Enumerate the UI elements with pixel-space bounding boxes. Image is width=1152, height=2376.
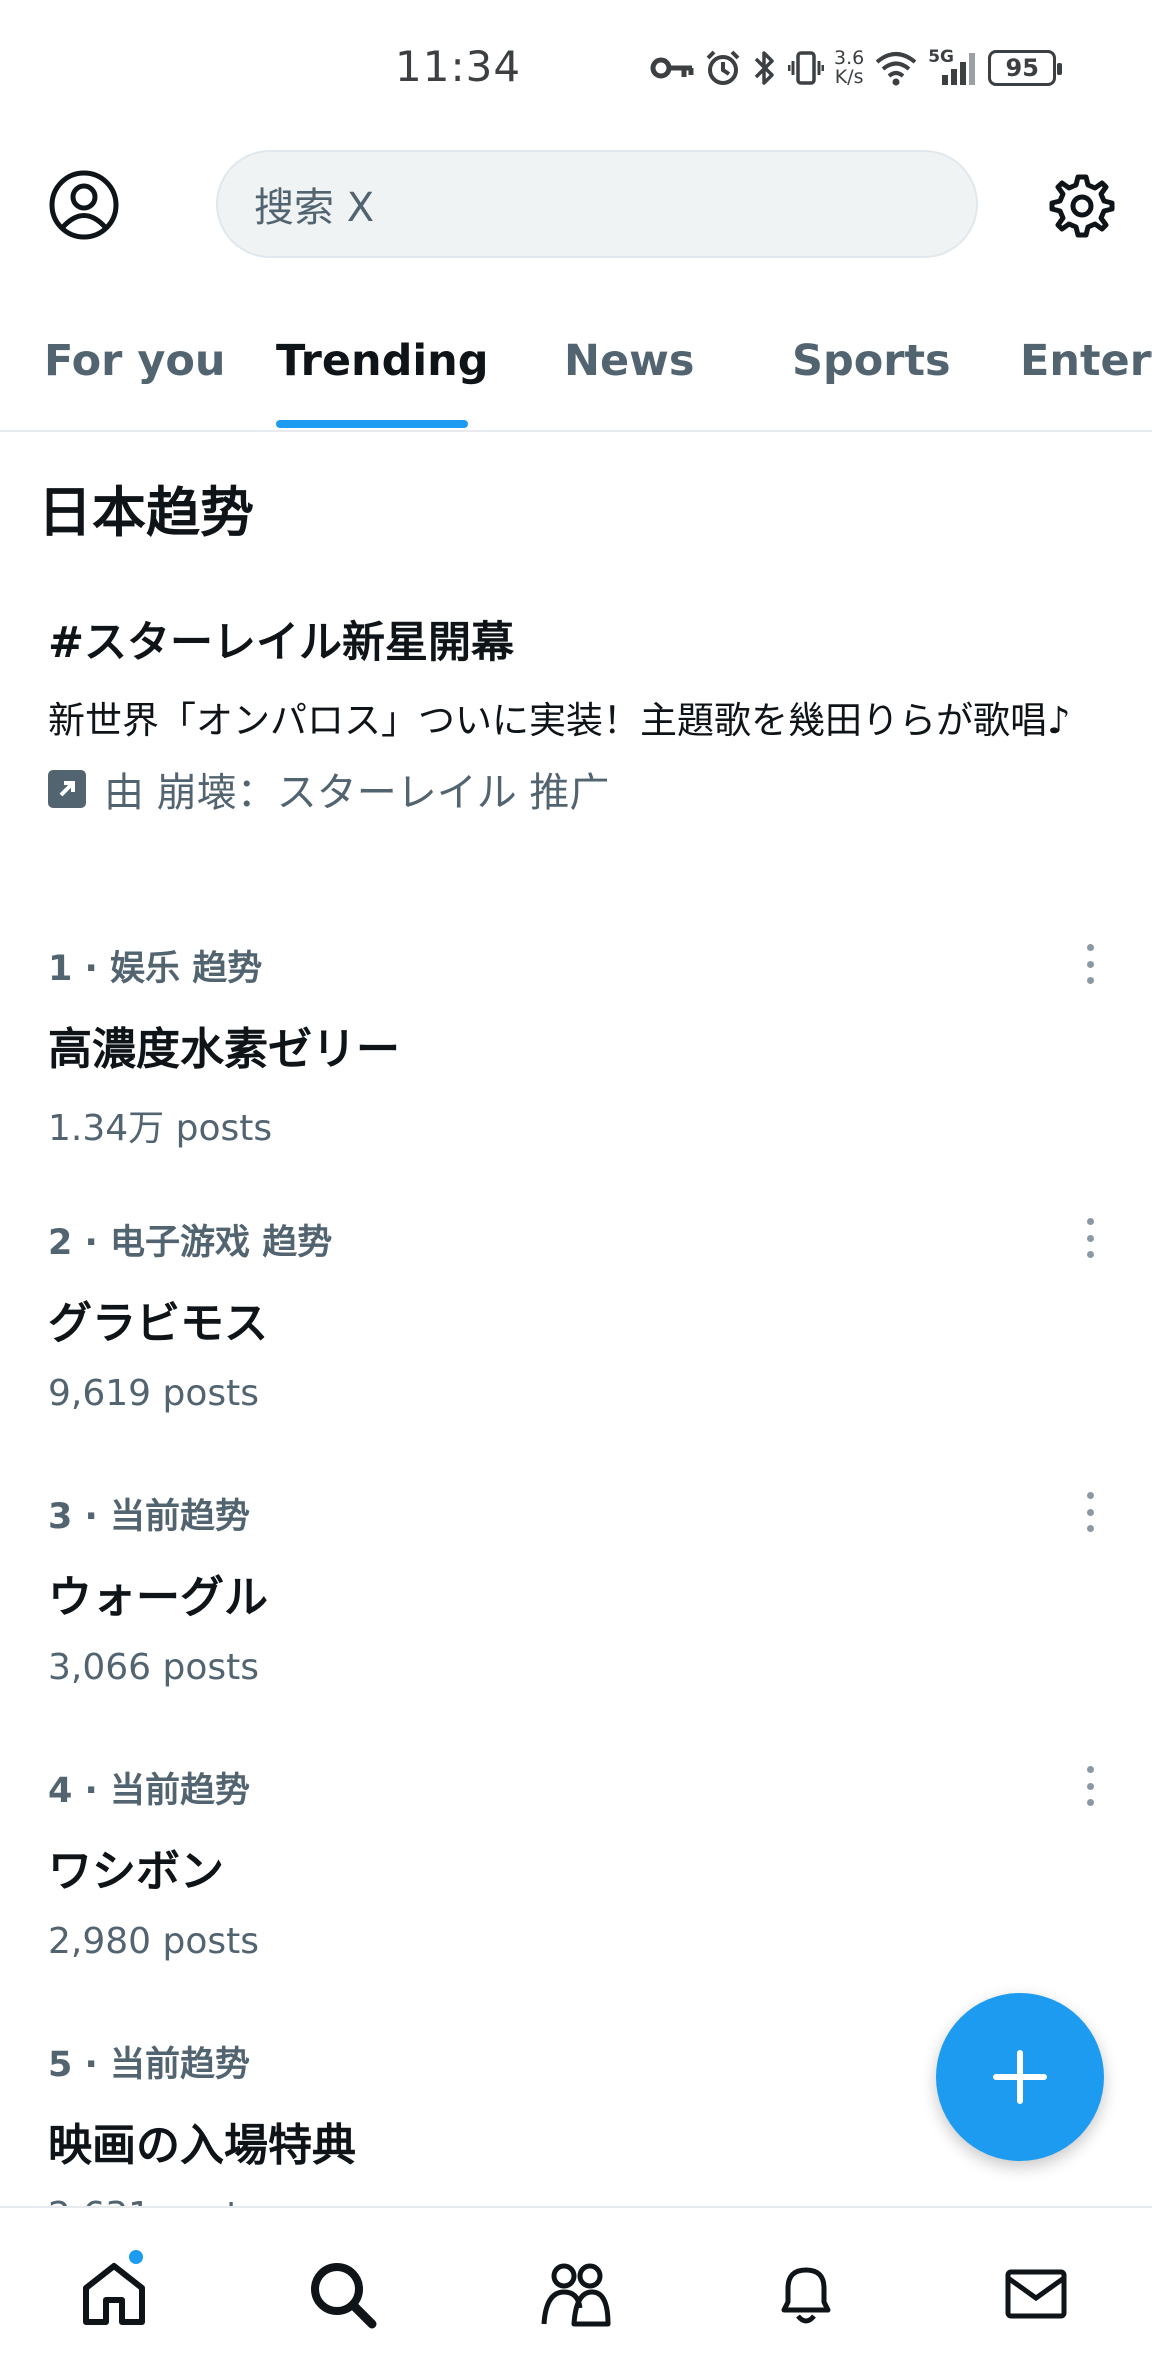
- trend-post-count: 2,980 posts: [48, 1921, 260, 1962]
- more-icon[interactable]: [1072, 1762, 1108, 1810]
- trend-meta: 2 · 电子游戏 趋势: [48, 1223, 333, 1263]
- battery-indicator: 95: [988, 50, 1063, 86]
- net-speed: 3.6 K/s: [834, 49, 864, 87]
- settings-button[interactable]: [1045, 171, 1115, 241]
- more-icon[interactable]: [1072, 1214, 1108, 1262]
- tab-for-you[interactable]: For you: [44, 336, 226, 386]
- trend-post-count: 3,066 posts: [48, 1647, 260, 1688]
- search-input[interactable]: 搜索 X: [216, 150, 978, 258]
- section-title: 日本趋势: [38, 481, 254, 544]
- explore-screen: 11:34 3.6 K/s 5G 95 搜索 X For you Trendin…: [0, 0, 1152, 2376]
- profile-icon: [49, 170, 119, 240]
- trend-meta: 3 · 当前趋势: [48, 1497, 251, 1537]
- search-placeholder: 搜索 X: [254, 185, 375, 231]
- nav-notifications[interactable]: [770, 2258, 842, 2330]
- profile-button[interactable]: [47, 168, 121, 242]
- top-header: 搜索 X: [0, 135, 1152, 275]
- tab-entertainment[interactable]: Entert: [1020, 336, 1152, 386]
- plus-icon: [993, 2050, 1047, 2104]
- trend-item[interactable]: 2 · 电子游戏 趋势 グラビモス 9,619 posts: [48, 1214, 1108, 1444]
- gear-icon: [1049, 174, 1115, 238]
- more-icon[interactable]: [1072, 1488, 1108, 1536]
- promo-sponsor-text: 由 崩壊：スターレイル 推广: [104, 770, 610, 816]
- communities-icon: [541, 2263, 611, 2327]
- vibrate-icon: [788, 51, 824, 85]
- trend-post-count: 1.34万 posts: [48, 1108, 273, 1149]
- nav-messages[interactable]: [1000, 2258, 1072, 2330]
- bluetooth-icon: [754, 51, 774, 85]
- status-icons: 3.6 K/s 5G 95: [650, 44, 1063, 92]
- tab-news[interactable]: News: [564, 336, 694, 386]
- bottom-navigation: [0, 2206, 1152, 2376]
- status-time: 11:34: [395, 42, 522, 91]
- net-speed-unit: K/s: [834, 66, 864, 88]
- search-icon: [311, 2263, 377, 2329]
- compose-post-button[interactable]: [936, 1993, 1104, 2161]
- home-icon: [83, 2263, 145, 2325]
- nav-search[interactable]: [306, 2258, 378, 2330]
- battery-level: 95: [1005, 54, 1039, 82]
- bell-icon: [781, 2267, 831, 2324]
- promoted-trend[interactable]: #スターレイル新星開幕 新世界「オンパロス」ついに実装！主題歌を幾田りらが歌唱♪…: [48, 608, 1108, 818]
- home-notification-dot: [127, 2248, 145, 2266]
- key-icon: [650, 57, 694, 79]
- promo-sponsor: 由 崩壊：スターレイル 推广: [48, 760, 1108, 818]
- trend-name: ウォーグル: [48, 1572, 268, 1623]
- tab-sports[interactable]: Sports: [792, 336, 951, 386]
- signal-icon: [942, 53, 976, 85]
- tab-trending[interactable]: Trending: [276, 336, 489, 386]
- trend-meta: 4 · 当前趋势: [48, 1771, 251, 1811]
- trend-post-count: 9,619 posts: [48, 1373, 260, 1414]
- more-icon[interactable]: [1072, 940, 1108, 988]
- trend-name: 高濃度水素ゼリー: [48, 1024, 400, 1075]
- alarm-icon: [706, 50, 740, 85]
- nav-home[interactable]: [78, 2258, 150, 2330]
- trend-name: ワシボン: [48, 1846, 224, 1897]
- mail-icon: [1005, 2269, 1067, 2319]
- nav-communities[interactable]: [540, 2258, 612, 2330]
- trend-item[interactable]: 4 · 当前趋势 ワシボン 2,980 posts: [48, 1762, 1108, 1992]
- cellular-signal: 5G: [928, 47, 978, 87]
- trend-name: グラビモス: [48, 1298, 268, 1349]
- status-bar: 11:34 3.6 K/s 5G 95: [0, 0, 1152, 135]
- wifi-icon: [875, 52, 917, 86]
- explore-tabs: For you Trending News Sports Entert: [0, 300, 1152, 432]
- promo-description: 新世界「オンパロス」ついに実装！主題歌を幾田りらが歌唱♪: [48, 699, 1071, 742]
- promoted-icon: [48, 770, 86, 808]
- active-tab-indicator: [276, 420, 468, 428]
- trend-item[interactable]: 1 · 娱乐 趋势 高濃度水素ゼリー 1.34万 posts: [48, 940, 1108, 1170]
- trend-meta: 1 · 娱乐 趋势: [48, 949, 263, 989]
- trend-item[interactable]: 3 · 当前趋势 ウォーグル 3,066 posts: [48, 1488, 1108, 1718]
- promo-title: #スターレイル新星開幕: [48, 618, 515, 668]
